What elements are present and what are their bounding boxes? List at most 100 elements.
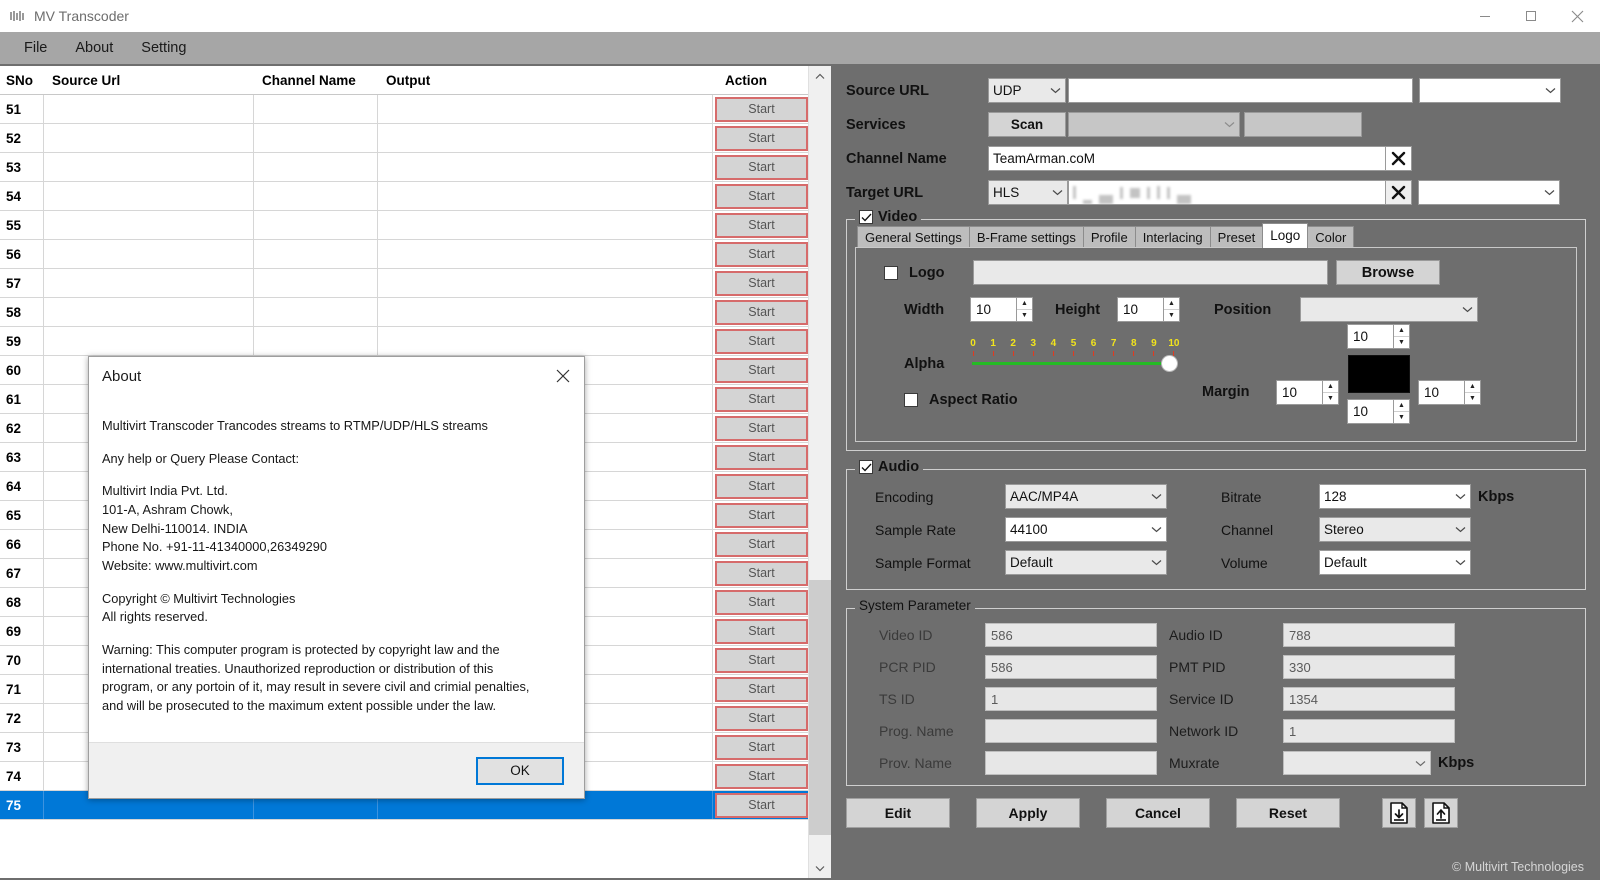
scroll-down-icon[interactable]	[808, 858, 831, 878]
menu-item-setting[interactable]: Setting	[127, 36, 200, 60]
video-id-input[interactable]: 586	[985, 623, 1157, 647]
start-button[interactable]: Start	[715, 241, 808, 267]
import-button[interactable]	[1382, 798, 1416, 828]
start-button[interactable]: Start	[715, 763, 808, 789]
table-scrollbar[interactable]	[808, 66, 831, 878]
start-button[interactable]: Start	[715, 154, 808, 180]
stepper-up-icon[interactable]: ▲	[1323, 381, 1338, 393]
scroll-up-icon[interactable]	[808, 66, 831, 86]
start-button[interactable]: Start	[715, 502, 808, 528]
table-row[interactable]: 56 Start	[0, 240, 831, 269]
target-url-input[interactable]	[1068, 180, 1386, 205]
channel-name-input[interactable]: TeamArman.coM	[988, 146, 1386, 171]
start-button[interactable]: Start	[715, 212, 808, 238]
about-close-button[interactable]	[542, 357, 584, 395]
margin-top-stepper-buttons[interactable]: ▲ ▼	[1393, 324, 1410, 349]
width-value[interactable]: 10	[970, 297, 1016, 322]
aspect-ratio-checkbox[interactable]	[904, 393, 918, 407]
logo-color-swatch[interactable]	[1347, 355, 1410, 393]
start-button[interactable]: Start	[715, 125, 808, 151]
bitrate-select[interactable]: 128	[1319, 484, 1471, 509]
start-button[interactable]: Start	[715, 183, 808, 209]
start-button[interactable]: Start	[715, 328, 808, 354]
margin-bottom-stepper-buttons[interactable]: ▲ ▼	[1393, 399, 1410, 424]
tab-profile[interactable]: Profile	[1082, 226, 1136, 248]
start-button[interactable]: Start	[715, 96, 808, 122]
height-stepper[interactable]: 10 ▲ ▼	[1117, 297, 1180, 322]
height-stepper-buttons[interactable]: ▲ ▼	[1163, 297, 1180, 322]
stepper-down-icon[interactable]: ▼	[1323, 393, 1338, 404]
start-button[interactable]: Start	[715, 560, 808, 586]
tab-general-settings[interactable]: General Settings	[857, 226, 970, 248]
table-row[interactable]: 53 Start	[0, 153, 831, 182]
margin-right-stepper[interactable]: 10 ▲ ▼	[1418, 379, 1481, 405]
table-row[interactable]: 59 Start	[0, 327, 831, 356]
scrollbar-thumb[interactable]	[808, 580, 831, 835]
muxrate-select[interactable]	[1283, 751, 1431, 775]
logo-checkbox[interactable]	[884, 265, 898, 280]
start-button[interactable]: Start	[715, 618, 808, 644]
start-button[interactable]: Start	[715, 705, 808, 731]
ts-id-input[interactable]: 1	[985, 687, 1157, 711]
margin-left-value[interactable]: 10	[1276, 379, 1322, 405]
tab-bframe-settings[interactable]: B-Frame settings	[968, 226, 1084, 248]
source-url-input[interactable]	[1068, 78, 1413, 103]
pcr-pid-input[interactable]: 586	[985, 655, 1157, 679]
stepper-up-icon[interactable]: ▲	[1465, 381, 1480, 393]
width-stepper-buttons[interactable]: ▲ ▼	[1016, 297, 1033, 322]
encoding-select[interactable]: AAC/MP4A	[1005, 484, 1167, 509]
margin-top-value[interactable]: 10	[1347, 324, 1393, 349]
target-url-extra-select[interactable]	[1418, 180, 1560, 205]
prog-name-input[interactable]	[985, 719, 1157, 743]
volume-select[interactable]: Default	[1319, 550, 1471, 575]
table-row[interactable]: 55 Start	[0, 211, 831, 240]
edit-button[interactable]: Edit	[846, 798, 950, 828]
table-row[interactable]: 52 Start	[0, 124, 831, 153]
video-checkbox[interactable]	[859, 210, 873, 224]
start-button[interactable]: Start	[715, 357, 808, 383]
margin-bottom-value[interactable]: 10	[1347, 399, 1393, 424]
source-url-extra-select[interactable]	[1419, 78, 1561, 103]
margin-right-stepper-buttons[interactable]: ▲ ▼	[1464, 379, 1481, 405]
stepper-up-icon[interactable]: ▲	[1164, 298, 1179, 310]
audio-checkbox[interactable]	[859, 460, 873, 474]
stepper-up-icon[interactable]: ▲	[1394, 325, 1409, 337]
margin-bottom-stepper[interactable]: 10 ▲ ▼	[1347, 399, 1410, 424]
stepper-down-icon[interactable]: ▼	[1394, 412, 1409, 423]
stepper-down-icon[interactable]: ▼	[1164, 310, 1179, 321]
tab-interlacing[interactable]: Interlacing	[1134, 226, 1211, 248]
alpha-track[interactable]	[972, 362, 1168, 365]
tab-color[interactable]: Color	[1307, 226, 1355, 248]
scrollbar-track[interactable]	[808, 86, 831, 858]
target-url-protocol-select[interactable]: HLS	[988, 180, 1068, 205]
source-url-protocol-select[interactable]: UDP	[988, 78, 1066, 103]
start-button[interactable]: Start	[715, 270, 808, 296]
network-id-input[interactable]: 1	[1283, 719, 1455, 743]
apply-button[interactable]: Apply	[976, 798, 1080, 828]
stepper-down-icon[interactable]: ▼	[1017, 310, 1032, 321]
channel-name-clear-button[interactable]	[1386, 146, 1412, 171]
start-button[interactable]: Start	[715, 589, 808, 615]
alpha-slider[interactable]: 0 1 2 3 4 5 6 7 8 9 10	[966, 338, 1181, 374]
cancel-button[interactable]: Cancel	[1106, 798, 1210, 828]
start-button[interactable]: Start	[715, 647, 808, 673]
width-stepper[interactable]: 10 ▲ ▼	[970, 297, 1033, 322]
maximize-icon[interactable]	[1508, 0, 1554, 32]
start-button[interactable]: Start	[715, 444, 808, 470]
sample-format-select[interactable]: Default	[1005, 550, 1167, 575]
position-select[interactable]	[1300, 297, 1478, 322]
margin-left-stepper[interactable]: 10 ▲ ▼	[1276, 379, 1339, 405]
start-button[interactable]: Start	[715, 415, 808, 441]
pmt-pid-input[interactable]: 330	[1283, 655, 1455, 679]
start-button[interactable]: Start	[715, 676, 808, 702]
alpha-knob[interactable]	[1161, 355, 1178, 372]
margin-right-value[interactable]: 10	[1418, 379, 1464, 405]
stepper-down-icon[interactable]: ▼	[1394, 337, 1409, 348]
service-id-input[interactable]: 1354	[1283, 687, 1455, 711]
table-row[interactable]: 51 Start	[0, 95, 831, 124]
table-row[interactable]: 57 Start	[0, 269, 831, 298]
export-button[interactable]	[1424, 798, 1458, 828]
start-button[interactable]: Start	[715, 386, 808, 412]
start-button[interactable]: Start	[715, 299, 808, 325]
height-value[interactable]: 10	[1117, 297, 1163, 322]
